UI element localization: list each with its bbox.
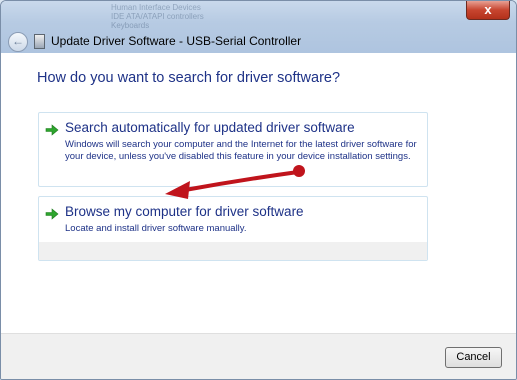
annotation-red-arrow xyxy=(165,165,305,199)
